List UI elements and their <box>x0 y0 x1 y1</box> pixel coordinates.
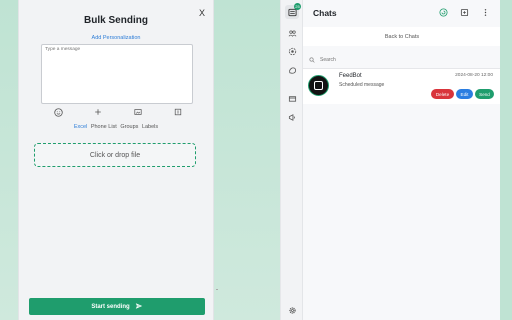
start-sending-label: Start sending <box>91 303 130 310</box>
edit-button[interactable]: Edit <box>456 89 473 99</box>
source-tabs: Excel Phone List Groups Labels <box>19 124 213 130</box>
rail-item-store[interactable] <box>285 91 299 105</box>
chat-preview: Scheduled message <box>339 82 385 88</box>
tab-groups[interactable]: Groups <box>120 124 138 130</box>
send-button[interactable]: Send <box>475 89 494 99</box>
avatar <box>308 75 329 96</box>
emoji-icon[interactable] <box>53 107 63 117</box>
close-button[interactable]: X <box>199 8 205 18</box>
new-chat-icon[interactable] <box>460 8 469 17</box>
chats-app: 25 Chats Back to Chats Search FeedBot 20… <box>280 0 501 320</box>
tab-phone-list[interactable]: Phone List <box>91 124 117 130</box>
chat-actions: Delete Edit Send <box>431 89 494 99</box>
chat-timestamp: 2024-08-20 12:00 <box>455 73 493 78</box>
chats-badge: 25 <box>294 3 301 10</box>
image-icon[interactable] <box>133 107 143 117</box>
chat-name: FeedBot <box>339 73 362 79</box>
status-icon <box>288 47 296 55</box>
background-edge <box>500 0 512 320</box>
rail-item-contacts[interactable] <box>285 26 299 40</box>
search-input[interactable] <box>320 57 490 63</box>
scroll-indicator <box>216 289 218 290</box>
rail-item-broadcast[interactable] <box>285 110 299 124</box>
tab-excel[interactable]: Excel <box>74 124 87 130</box>
rail-item-settings[interactable] <box>285 303 299 317</box>
delete-button[interactable]: Delete <box>431 89 454 99</box>
drop-label: Click or drop file <box>89 151 141 159</box>
header-actions <box>439 8 490 17</box>
refresh-icon[interactable] <box>439 8 448 17</box>
rail-item-channels[interactable] <box>285 63 299 77</box>
tab-labels[interactable]: Labels <box>142 124 158 130</box>
contacts-icon <box>288 30 296 37</box>
gear-icon <box>288 306 296 314</box>
bulk-sending-title: Bulk Sending <box>84 15 148 26</box>
list-item[interactable]: FeedBot 2024-08-20 12:00 Scheduled messa… <box>303 69 501 104</box>
bot-logo-icon <box>314 81 323 90</box>
store-icon <box>288 95 296 102</box>
back-to-chats-button[interactable]: Back to Chats <box>303 27 501 46</box>
start-sending-button[interactable]: Start sending <box>29 298 205 315</box>
search-bar <box>303 53 501 67</box>
rail-item-chats[interactable]: 25 <box>285 3 301 19</box>
message-toolbar <box>41 106 193 118</box>
rail-item-status[interactable] <box>285 44 299 58</box>
template-icon[interactable] <box>173 107 183 117</box>
plus-icon[interactable] <box>93 107 103 117</box>
add-personalization-link[interactable]: Add Personalization <box>19 35 213 41</box>
megaphone-icon <box>288 113 295 121</box>
file-drop-zone[interactable]: Click or drop file <box>34 143 196 167</box>
more-menu-icon[interactable] <box>481 8 490 17</box>
search-icon <box>309 57 315 63</box>
channels-icon <box>288 66 296 74</box>
send-arrow-icon <box>135 302 143 312</box>
message-input[interactable] <box>41 44 193 104</box>
chats-title: Chats <box>313 7 337 18</box>
side-rail: 25 <box>281 0 303 320</box>
